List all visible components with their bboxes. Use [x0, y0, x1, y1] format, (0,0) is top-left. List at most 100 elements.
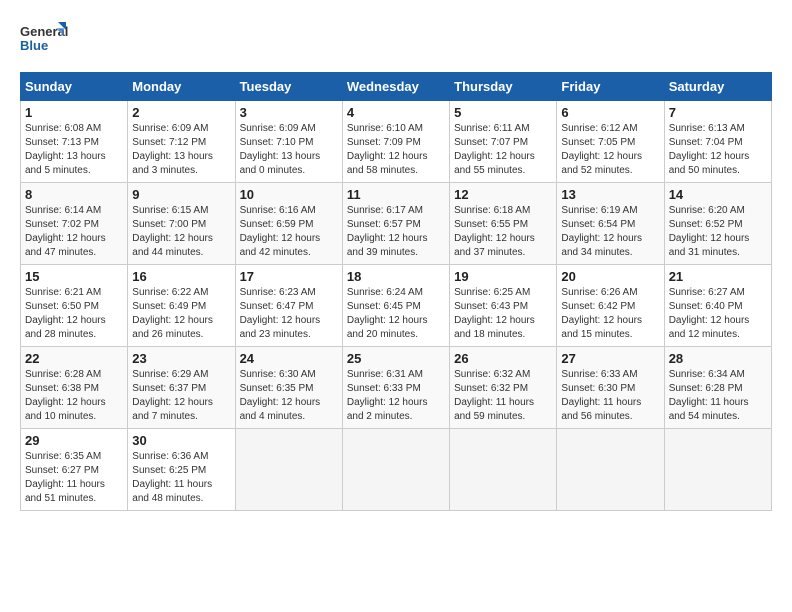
day-number: 14 — [669, 187, 767, 202]
sunset-label: Sunset: 6:27 PM — [25, 465, 99, 476]
day-number: 2 — [132, 105, 230, 120]
calendar-cell: 10 Sunrise: 6:16 AM Sunset: 6:59 PM Dayl… — [235, 183, 342, 265]
daylight-label: Daylight: 12 hours and 23 minutes. — [240, 315, 321, 340]
sunset-label: Sunset: 6:40 PM — [669, 301, 743, 312]
sunset-label: Sunset: 7:02 PM — [25, 219, 99, 230]
daylight-label: Daylight: 13 hours and 3 minutes. — [132, 151, 213, 176]
sunrise-label: Sunrise: 6:27 AM — [669, 287, 745, 298]
day-info: Sunrise: 6:25 AM Sunset: 6:43 PM Dayligh… — [454, 286, 552, 342]
calendar-week-row: 15 Sunrise: 6:21 AM Sunset: 6:50 PM Dayl… — [21, 265, 772, 347]
sunset-label: Sunset: 6:28 PM — [669, 383, 743, 394]
daylight-label: Daylight: 12 hours and 44 minutes. — [132, 233, 213, 258]
daylight-label: Daylight: 11 hours and 54 minutes. — [669, 397, 749, 422]
sunrise-label: Sunrise: 6:23 AM — [240, 287, 316, 298]
sunset-label: Sunset: 6:50 PM — [25, 301, 99, 312]
sunset-label: Sunset: 6:59 PM — [240, 219, 314, 230]
day-info: Sunrise: 6:18 AM Sunset: 6:55 PM Dayligh… — [454, 204, 552, 260]
daylight-label: Daylight: 12 hours and 4 minutes. — [240, 397, 321, 422]
weekday-header-tuesday: Tuesday — [235, 73, 342, 101]
daylight-label: Daylight: 12 hours and 28 minutes. — [25, 315, 106, 340]
sunset-label: Sunset: 7:05 PM — [561, 137, 635, 148]
day-info: Sunrise: 6:34 AM Sunset: 6:28 PM Dayligh… — [669, 368, 767, 424]
daylight-label: Daylight: 12 hours and 31 minutes. — [669, 233, 750, 258]
day-number: 26 — [454, 351, 552, 366]
day-number: 5 — [454, 105, 552, 120]
daylight-label: Daylight: 12 hours and 37 minutes. — [454, 233, 535, 258]
daylight-label: Daylight: 12 hours and 15 minutes. — [561, 315, 642, 340]
calendar-cell: 14 Sunrise: 6:20 AM Sunset: 6:52 PM Dayl… — [664, 183, 771, 265]
weekday-header-friday: Friday — [557, 73, 664, 101]
calendar-cell: 17 Sunrise: 6:23 AM Sunset: 6:47 PM Dayl… — [235, 265, 342, 347]
calendar-cell: 1 Sunrise: 6:08 AM Sunset: 7:13 PM Dayli… — [21, 101, 128, 183]
sunset-label: Sunset: 6:37 PM — [132, 383, 206, 394]
calendar-week-row: 1 Sunrise: 6:08 AM Sunset: 7:13 PM Dayli… — [21, 101, 772, 183]
calendar-cell — [450, 429, 557, 511]
sunset-label: Sunset: 6:45 PM — [347, 301, 421, 312]
sunset-label: Sunset: 7:04 PM — [669, 137, 743, 148]
weekday-header-sunday: Sunday — [21, 73, 128, 101]
daylight-label: Daylight: 12 hours and 12 minutes. — [669, 315, 750, 340]
day-number: 21 — [669, 269, 767, 284]
daylight-label: Daylight: 11 hours and 56 minutes. — [561, 397, 641, 422]
sunrise-label: Sunrise: 6:30 AM — [240, 369, 316, 380]
day-number: 6 — [561, 105, 659, 120]
page-header: General Blue — [20, 20, 772, 62]
daylight-label: Daylight: 11 hours and 48 minutes. — [132, 479, 212, 504]
day-info: Sunrise: 6:16 AM Sunset: 6:59 PM Dayligh… — [240, 204, 338, 260]
day-info: Sunrise: 6:17 AM Sunset: 6:57 PM Dayligh… — [347, 204, 445, 260]
sunset-label: Sunset: 6:25 PM — [132, 465, 206, 476]
sunset-label: Sunset: 7:12 PM — [132, 137, 206, 148]
sunrise-label: Sunrise: 6:09 AM — [240, 123, 316, 134]
sunrise-label: Sunrise: 6:28 AM — [25, 369, 101, 380]
sunset-label: Sunset: 6:32 PM — [454, 383, 528, 394]
sunset-label: Sunset: 6:47 PM — [240, 301, 314, 312]
calendar-table: SundayMondayTuesdayWednesdayThursdayFrid… — [20, 72, 772, 511]
day-info: Sunrise: 6:10 AM Sunset: 7:09 PM Dayligh… — [347, 122, 445, 178]
sunset-label: Sunset: 6:57 PM — [347, 219, 421, 230]
sunset-label: Sunset: 6:38 PM — [25, 383, 99, 394]
calendar-cell: 23 Sunrise: 6:29 AM Sunset: 6:37 PM Dayl… — [128, 347, 235, 429]
day-number: 9 — [132, 187, 230, 202]
calendar-cell — [235, 429, 342, 511]
sunrise-label: Sunrise: 6:36 AM — [132, 451, 208, 462]
calendar-cell — [664, 429, 771, 511]
sunrise-label: Sunrise: 6:22 AM — [132, 287, 208, 298]
calendar-cell: 9 Sunrise: 6:15 AM Sunset: 7:00 PM Dayli… — [128, 183, 235, 265]
day-info: Sunrise: 6:32 AM Sunset: 6:32 PM Dayligh… — [454, 368, 552, 424]
day-info: Sunrise: 6:09 AM Sunset: 7:10 PM Dayligh… — [240, 122, 338, 178]
daylight-label: Daylight: 12 hours and 10 minutes. — [25, 397, 106, 422]
sunrise-label: Sunrise: 6:12 AM — [561, 123, 637, 134]
day-number: 30 — [132, 433, 230, 448]
logo-svg: General Blue — [20, 20, 70, 62]
day-info: Sunrise: 6:21 AM Sunset: 6:50 PM Dayligh… — [25, 286, 123, 342]
calendar-cell: 27 Sunrise: 6:33 AM Sunset: 6:30 PM Dayl… — [557, 347, 664, 429]
day-number: 8 — [25, 187, 123, 202]
daylight-label: Daylight: 12 hours and 47 minutes. — [25, 233, 106, 258]
calendar-cell: 15 Sunrise: 6:21 AM Sunset: 6:50 PM Dayl… — [21, 265, 128, 347]
sunrise-label: Sunrise: 6:19 AM — [561, 205, 637, 216]
sunrise-label: Sunrise: 6:35 AM — [25, 451, 101, 462]
day-info: Sunrise: 6:36 AM Sunset: 6:25 PM Dayligh… — [132, 450, 230, 506]
calendar-week-row: 22 Sunrise: 6:28 AM Sunset: 6:38 PM Dayl… — [21, 347, 772, 429]
daylight-label: Daylight: 12 hours and 52 minutes. — [561, 151, 642, 176]
sunset-label: Sunset: 7:10 PM — [240, 137, 314, 148]
daylight-label: Daylight: 12 hours and 55 minutes. — [454, 151, 535, 176]
day-info: Sunrise: 6:14 AM Sunset: 7:02 PM Dayligh… — [25, 204, 123, 260]
calendar-body: 1 Sunrise: 6:08 AM Sunset: 7:13 PM Dayli… — [21, 101, 772, 511]
weekday-header-thursday: Thursday — [450, 73, 557, 101]
day-info: Sunrise: 6:15 AM Sunset: 7:00 PM Dayligh… — [132, 204, 230, 260]
logo: General Blue — [20, 20, 70, 62]
day-number: 20 — [561, 269, 659, 284]
sunrise-label: Sunrise: 6:17 AM — [347, 205, 423, 216]
calendar-cell: 21 Sunrise: 6:27 AM Sunset: 6:40 PM Dayl… — [664, 265, 771, 347]
sunrise-label: Sunrise: 6:21 AM — [25, 287, 101, 298]
calendar-cell: 18 Sunrise: 6:24 AM Sunset: 6:45 PM Dayl… — [342, 265, 449, 347]
day-info: Sunrise: 6:20 AM Sunset: 6:52 PM Dayligh… — [669, 204, 767, 260]
day-number: 3 — [240, 105, 338, 120]
day-number: 7 — [669, 105, 767, 120]
sunrise-label: Sunrise: 6:34 AM — [669, 369, 745, 380]
sunset-label: Sunset: 7:09 PM — [347, 137, 421, 148]
daylight-label: Daylight: 11 hours and 51 minutes. — [25, 479, 105, 504]
day-number: 28 — [669, 351, 767, 366]
calendar-cell: 16 Sunrise: 6:22 AM Sunset: 6:49 PM Dayl… — [128, 265, 235, 347]
